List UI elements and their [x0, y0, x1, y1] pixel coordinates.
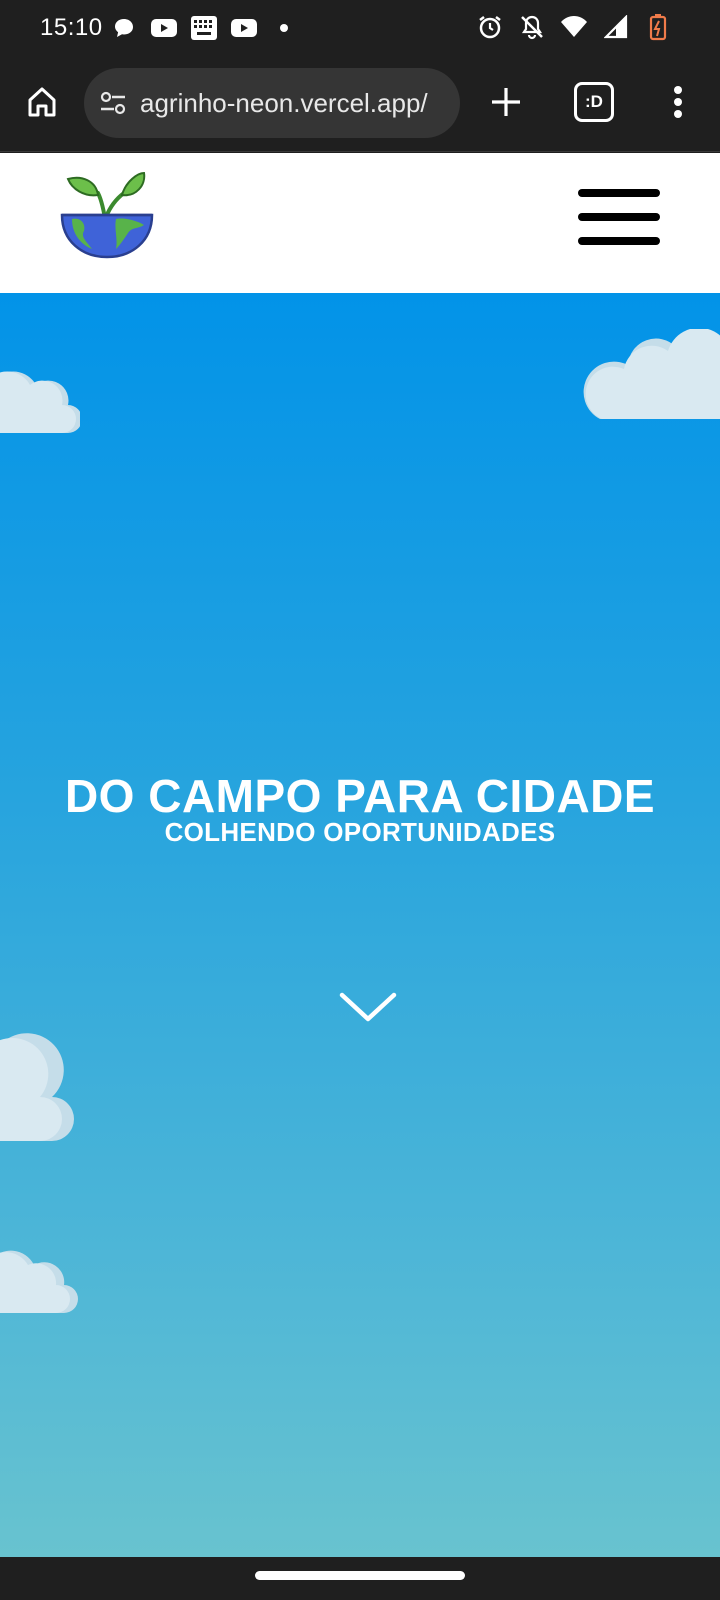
youtube-icon: [150, 14, 178, 42]
cloud-shape: [0, 1033, 74, 1141]
cloud-shape: [583, 329, 720, 419]
browser-toolbar: agrinho-neon.vercel.app/ :D: [0, 56, 720, 152]
home-button[interactable]: [20, 80, 64, 124]
hero-subtitle: COLHENDO OPORTUNIDADES: [164, 817, 556, 847]
cloud-shape: [0, 371, 80, 433]
home-icon: [28, 87, 56, 117]
hero-title: DO CAMPO PARA CIDADE: [64, 770, 656, 822]
status-system-icons: [476, 13, 672, 41]
browser-menu-button[interactable]: [660, 80, 696, 124]
plus-icon: [492, 88, 520, 116]
cloud-shape: [0, 1250, 78, 1313]
dot-icon: [270, 14, 298, 42]
home-gesture-handle[interactable]: [255, 1571, 465, 1580]
alarm-icon: [476, 13, 504, 41]
address-bar[interactable]: agrinho-neon.vercel.app/: [84, 68, 460, 138]
chat-bubble-icon: [110, 14, 138, 42]
hero-section: DO CAMPO PARA CIDADE COLHENDO OPORTUNIDA…: [0, 293, 720, 1557]
site-header: [0, 153, 720, 293]
url-text[interactable]: agrinho-neon.vercel.app/: [140, 88, 428, 119]
status-time: 15:10: [40, 14, 103, 41]
plant-globe-logo[interactable]: [58, 167, 158, 267]
chevron-down-icon[interactable]: [338, 989, 398, 1025]
new-tab-button[interactable]: [484, 80, 528, 124]
wifi-icon: [560, 13, 588, 41]
hamburger-line: [578, 213, 660, 221]
status-bar: 15:10: [0, 0, 720, 56]
more-vert-icon: [674, 86, 682, 118]
system-navigation-bar: [0, 1557, 720, 1600]
tab-switcher-button[interactable]: :D: [574, 82, 614, 122]
status-notification-icons: [110, 14, 298, 42]
hamburger-line: [578, 237, 660, 245]
battery-icon: [644, 13, 672, 41]
notifications-off-icon: [518, 13, 546, 41]
youtube-icon: [230, 14, 258, 42]
hamburger-menu-button[interactable]: [578, 187, 660, 247]
hamburger-line: [578, 189, 660, 197]
keyboard-icon: [190, 14, 218, 42]
site-settings-icon[interactable]: [98, 88, 128, 118]
signal-icon: [602, 13, 630, 41]
